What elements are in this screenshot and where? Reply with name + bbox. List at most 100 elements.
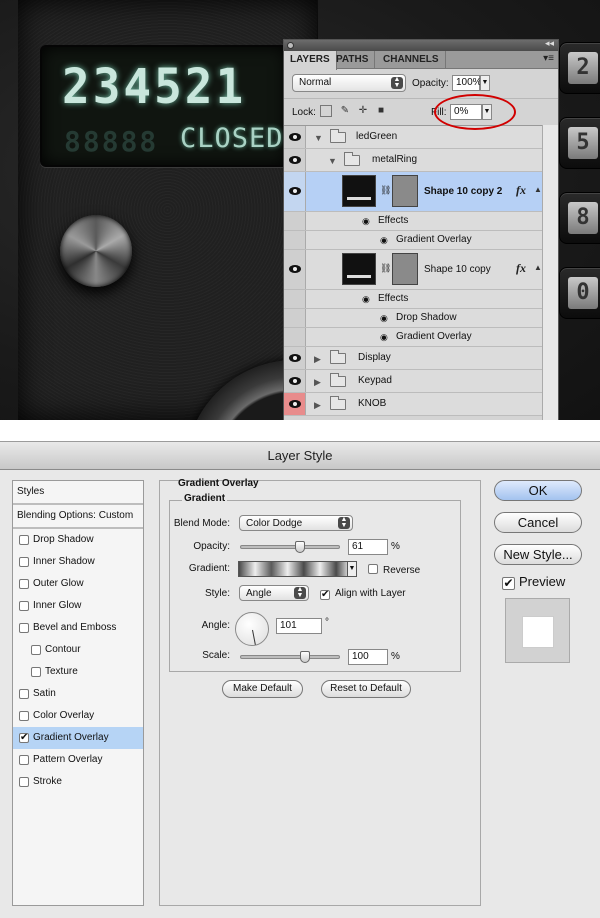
lock-move-icon[interactable]: ✛ — [357, 105, 369, 117]
layer-row-shape-10-copy[interactable]: ⛓ Shape 10 copy fx ▲ — [284, 250, 544, 290]
effect-row-gradient-overlay[interactable]: ◉ Gradient Overlay — [284, 231, 544, 250]
expand-triangle-icon[interactable]: ▼ — [328, 156, 337, 166]
blend-mode-select[interactable]: Normal ▲ ▼ — [292, 74, 406, 92]
eye-cell[interactable] — [284, 347, 306, 369]
eye-icon[interactable]: ◉ — [380, 332, 388, 343]
layer-row-knob[interactable]: ▶ KNOB — [284, 393, 544, 416]
eye-cell[interactable] — [284, 250, 306, 289]
chain-link-icon[interactable]: ⛓ — [380, 263, 391, 274]
updown-arrows-icon: ▲ ▼ — [338, 516, 350, 529]
eye-cell[interactable] — [284, 370, 306, 392]
style-item-contour[interactable]: Contour — [13, 639, 143, 661]
style-item-inner-glow[interactable]: Inner Glow — [13, 595, 143, 617]
eye-icon[interactable]: ◉ — [380, 235, 388, 246]
panel-titlebar[interactable]: ◂◂ — [284, 40, 558, 51]
style-item-pattern-overlay[interactable]: Pattern Overlay — [13, 749, 143, 771]
layer-row-metalring[interactable]: ▼ metalRing — [284, 149, 544, 172]
style-item-outer-glow[interactable]: Outer Glow — [13, 573, 143, 595]
style-item-stroke[interactable]: Stroke — [13, 771, 143, 793]
eye-icon[interactable]: ◉ — [362, 294, 370, 305]
make-default-button[interactable]: Make Default — [222, 680, 303, 698]
style-item-gradient-overlay[interactable]: ✔ Gradient Overlay — [13, 727, 143, 749]
layer-row-shape-10-copy-2[interactable]: ⛓ Shape 10 copy 2 fx ▲ — [284, 172, 544, 212]
checkbox[interactable] — [31, 667, 41, 677]
checkbox[interactable] — [19, 711, 29, 721]
eye-cell[interactable] — [284, 393, 306, 415]
panel-close-icon[interactable] — [287, 42, 294, 49]
tab-channels[interactable]: CHANNELS — [377, 51, 446, 69]
checkbox[interactable] — [19, 777, 29, 787]
effect-row-gradient-overlay[interactable]: ◉ Gradient Overlay — [284, 328, 544, 347]
effects-row[interactable]: ◉ Effects — [284, 290, 544, 309]
checkbox[interactable] — [19, 623, 29, 633]
checkbox[interactable] — [19, 601, 29, 611]
lock-all-icon[interactable]: ■ — [375, 105, 387, 117]
eye-icon[interactable]: ◉ — [362, 216, 370, 227]
fx-icon[interactable]: fx — [516, 261, 526, 276]
expand-arrow-icon[interactable]: ▲ — [534, 263, 542, 272]
expand-triangle-icon[interactable]: ▼ — [314, 133, 323, 143]
reset-to-default-button[interactable]: Reset to Default — [321, 680, 411, 698]
eye-cell[interactable] — [284, 149, 306, 171]
panel-scrollbar[interactable] — [542, 125, 558, 420]
checkbox[interactable] — [19, 755, 29, 765]
new-style-button[interactable]: New Style... — [494, 544, 582, 565]
checkbox[interactable] — [19, 557, 29, 567]
scale-slider[interactable] — [240, 651, 340, 663]
angle-dial[interactable] — [235, 612, 269, 646]
effect-row-drop-shadow[interactable]: ◉ Drop Shadow — [284, 309, 544, 328]
gradient-swatch[interactable] — [238, 561, 348, 577]
opacity-dropdown-icon[interactable]: ▼ — [480, 75, 490, 91]
lock-transparency-icon[interactable] — [320, 105, 332, 117]
scale-slider-thumb[interactable] — [300, 651, 310, 663]
tab-layers[interactable]: LAYERS — [284, 51, 337, 70]
collapsed-triangle-icon[interactable]: ▶ — [314, 400, 321, 411]
eye-cell[interactable] — [284, 126, 306, 148]
collapsed-triangle-icon[interactable]: ▶ — [314, 377, 321, 388]
opacity-slider-thumb[interactable] — [295, 541, 305, 553]
fx-icon[interactable]: fx — [516, 183, 526, 198]
eye-cell[interactable] — [284, 172, 306, 211]
checkbox-checked[interactable]: ✔ — [320, 590, 330, 600]
panel-collapse-icon[interactable]: ◂◂ — [545, 40, 554, 49]
expand-arrow-icon[interactable]: ▲ — [534, 185, 542, 194]
style-item-texture[interactable]: Texture — [13, 661, 143, 683]
checkbox-checked[interactable]: ✔ — [19, 733, 29, 743]
layer-row-ledgreen[interactable]: ▼ ledGreen — [284, 126, 544, 149]
style-popup[interactable]: Angle ▲ ▼ — [239, 585, 309, 601]
collapsed-triangle-icon[interactable]: ▶ — [314, 354, 321, 365]
lock-brush-icon[interactable]: ✎ — [339, 105, 351, 117]
opacity-input[interactable]: 100% — [452, 75, 482, 91]
checkbox-checked[interactable]: ✔ — [502, 577, 515, 590]
effects-row[interactable]: ◉ Effects — [284, 212, 544, 231]
layer-row-keypad[interactable]: ▶ Keypad — [284, 370, 544, 393]
reverse-checkbox-row[interactable]: Reverse — [368, 563, 420, 576]
cancel-button[interactable]: Cancel — [494, 512, 582, 533]
style-item-bevel-emboss[interactable]: Bevel and Emboss — [13, 617, 143, 639]
opacity-input[interactable]: 61 — [348, 539, 388, 555]
ok-button[interactable]: OK — [494, 480, 582, 501]
style-item-color-overlay[interactable]: Color Overlay — [13, 705, 143, 727]
checkbox[interactable] — [19, 689, 29, 699]
eye-icon[interactable]: ◉ — [380, 313, 388, 324]
style-item-inner-shadow[interactable]: Inner Shadow — [13, 551, 143, 573]
blending-options-item[interactable]: Blending Options: Custom — [13, 505, 143, 529]
gradient-dropdown-icon[interactable]: ▼ — [348, 561, 357, 577]
panel-menu-icon[interactable]: ▾≡ — [543, 53, 554, 64]
layer-row-display[interactable]: ▶ Display — [284, 347, 544, 370]
styles-header[interactable]: Styles — [13, 481, 143, 505]
scale-input[interactable]: 100 — [348, 649, 388, 665]
checkbox[interactable] — [368, 564, 378, 574]
align-with-layer-row[interactable]: ✔ Align with Layer — [320, 588, 406, 600]
tab-paths[interactable]: PATHS — [330, 51, 376, 69]
blend-mode-popup[interactable]: Color Dodge ▲ ▼ — [239, 515, 353, 531]
checkbox[interactable] — [19, 535, 29, 545]
preview-checkbox-row[interactable]: ✔ Preview — [502, 574, 565, 590]
chain-link-icon[interactable]: ⛓ — [380, 185, 391, 196]
checkbox[interactable] — [31, 645, 41, 655]
style-item-satin[interactable]: Satin — [13, 683, 143, 705]
checkbox[interactable] — [19, 579, 29, 589]
opacity-slider[interactable] — [240, 541, 340, 553]
angle-input[interactable]: 101 — [276, 618, 322, 634]
style-item-drop-shadow[interactable]: Drop Shadow — [13, 529, 143, 551]
